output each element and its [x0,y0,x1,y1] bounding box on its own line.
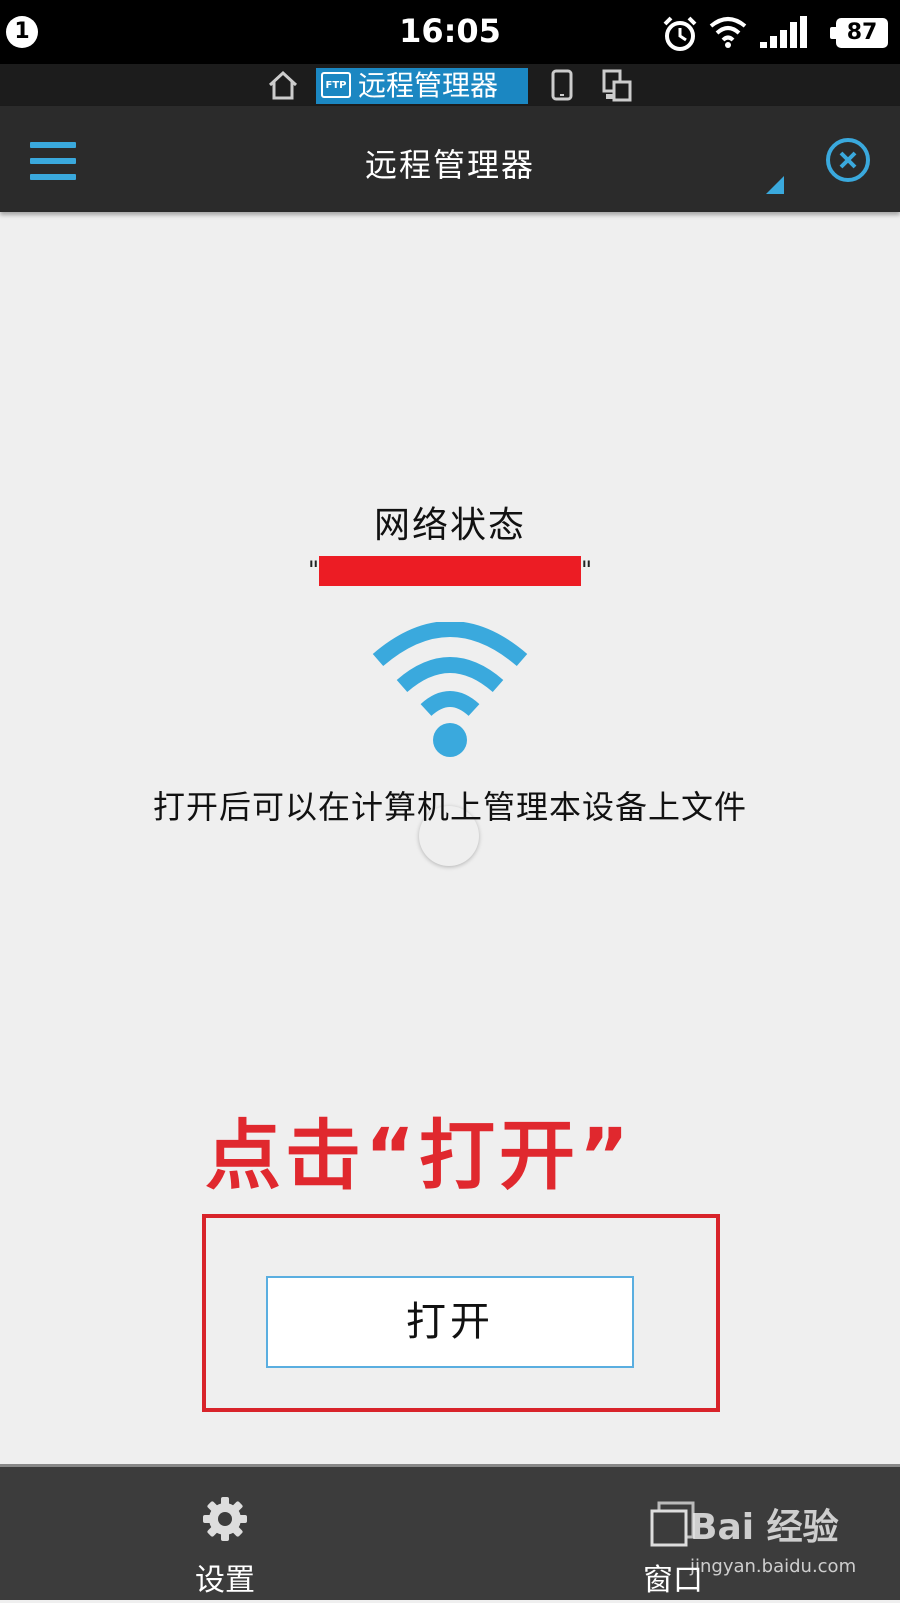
wifi-status-icon [709,17,747,48]
alarm-icon [663,16,697,51]
battery-icon: 87 [830,18,888,48]
wifi-icon [372,622,528,757]
instruction-annotation: 点击“打开” [205,1111,633,1200]
watermark-url: jingyan.baidu.com [690,1556,857,1577]
signal-icon [760,16,807,48]
open-button[interactable]: 打开 [266,1276,634,1368]
status-bar: 1 16:05 87 [0,0,900,64]
close-circle-icon[interactable] [826,138,870,182]
ssid-display: " " [0,556,900,592]
corner-indicator-icon [766,176,784,194]
phone-icon[interactable] [548,68,576,102]
settings-label: 设置 [195,1563,255,1598]
watermark-logo: Bai 经验 [690,1507,839,1548]
ssid-close-quote: " [581,556,593,584]
app-header: 远程管理器 [0,106,900,212]
gear-icon [203,1497,247,1541]
ssid-open-quote: " [307,556,319,584]
tab-remote-manager-label: 远程管理器 [358,69,499,102]
home-icon[interactable] [266,68,300,102]
page-title: 远程管理器 [364,146,535,184]
app-tab-strip: FTP 远程管理器 [0,64,900,106]
devices-icon[interactable] [600,68,634,102]
description-text: 打开后可以在计算机上管理本设备上文件 [152,788,747,826]
ssid-redacted [319,556,581,586]
ftp-icon: FTP [321,72,351,98]
tab-remote-manager[interactable]: FTP 远程管理器 [316,68,528,104]
network-status-label: 网络状态 [373,505,526,546]
settings-button[interactable]: 设置 [145,1467,305,1603]
